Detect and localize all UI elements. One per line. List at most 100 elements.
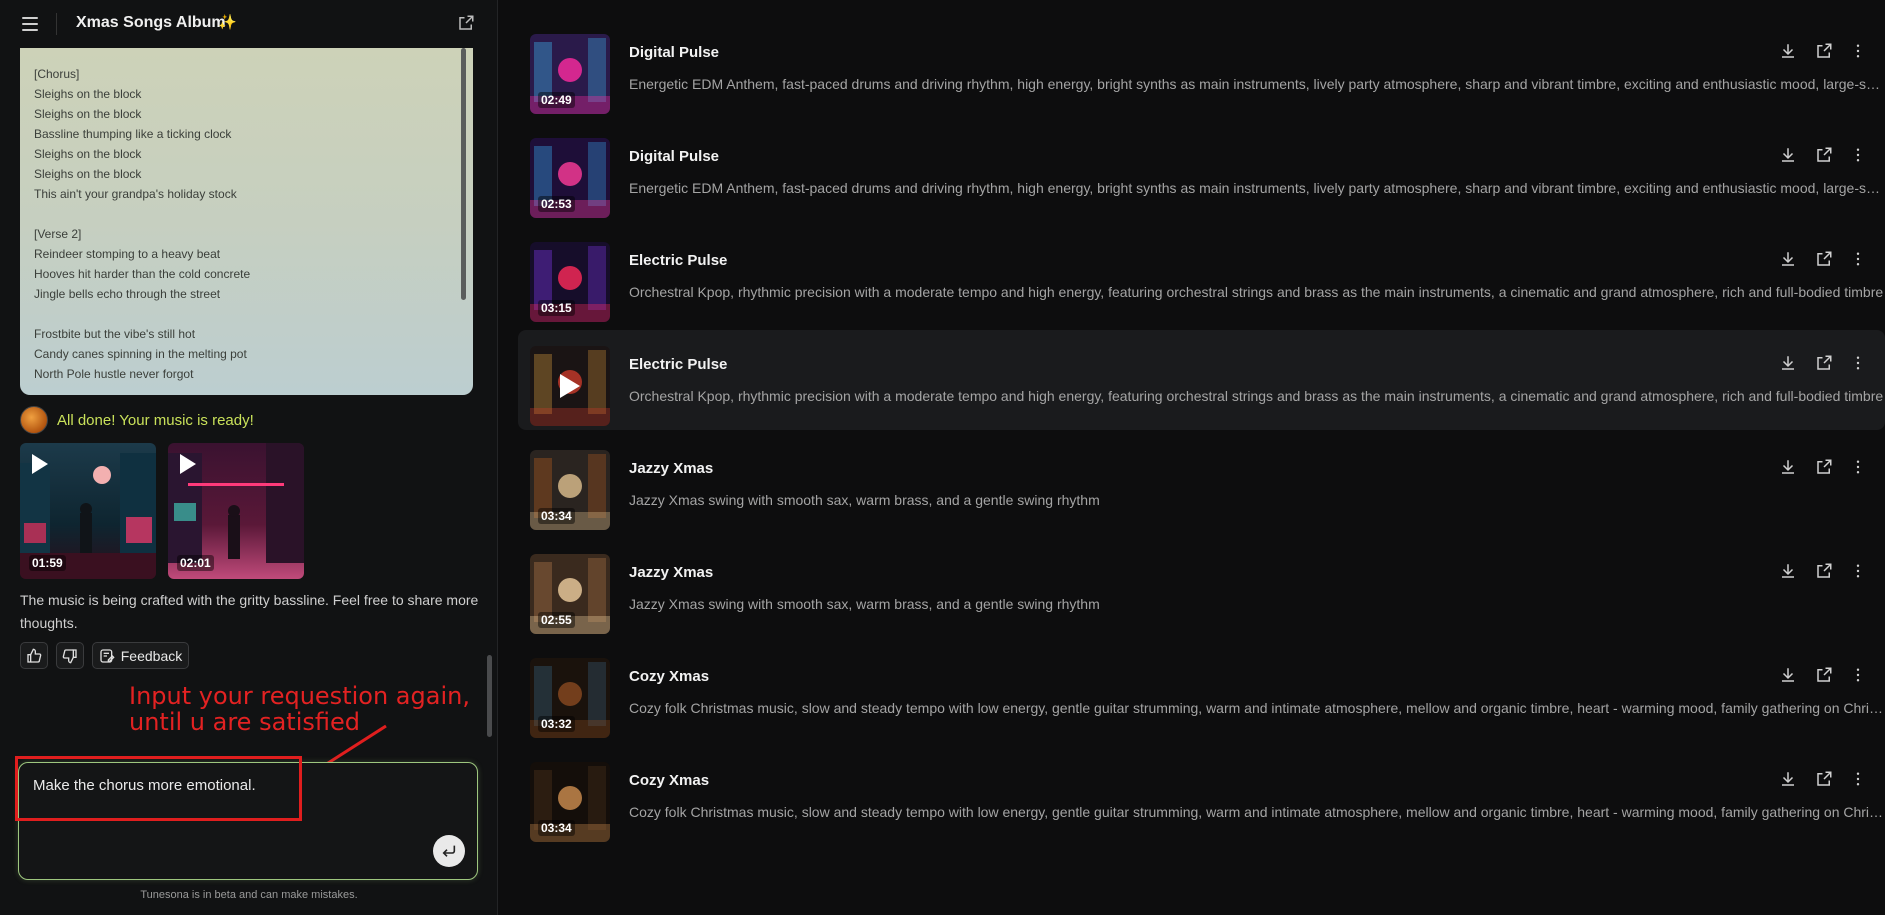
- download-button[interactable]: [1777, 664, 1799, 686]
- lyrics-line: Sleighs on the block: [34, 107, 142, 121]
- lyrics-line: Bassline thumping like a ticking clock: [34, 127, 232, 141]
- more-vertical-icon: [1856, 44, 1860, 58]
- song-duration: 03:15: [538, 300, 575, 316]
- assistant-message: The music is being crafted with the grit…: [20, 592, 479, 631]
- lyrics-scrollbar[interactable]: [461, 48, 466, 300]
- song-row[interactable]: 03:32 Cozy Xmas Cozy folk Christmas music,…: [518, 642, 1885, 742]
- song-description: Cozy folk Christmas music, slow and stea…: [629, 804, 1885, 820]
- download-icon: [1782, 148, 1794, 162]
- song-cover[interactable]: 02:49: [530, 34, 610, 114]
- song-duration: 02:55: [538, 612, 575, 628]
- song-duration: 03:34: [538, 820, 575, 836]
- result-duration: 02:01: [177, 555, 214, 571]
- more-options-button[interactable]: [1847, 768, 1869, 790]
- beta-disclaimer: Tunesona is in beta and can make mistake…: [140, 889, 358, 901]
- more-options-button[interactable]: [1847, 40, 1869, 62]
- lyrics-line: Jingle bells echo through the street: [34, 287, 221, 301]
- song-cover[interactable]: 03:32: [530, 658, 610, 738]
- play-icon[interactable]: [180, 454, 196, 474]
- lyrics-line: [Chorus]: [34, 67, 80, 81]
- download-button[interactable]: [1777, 352, 1799, 374]
- share-button[interactable]: [1813, 352, 1835, 374]
- annotation-highlight-box: [15, 756, 302, 821]
- song-list: 02:49 Digital Pulse Energetic EDM Anthem, …: [518, 0, 1885, 915]
- more-vertical-icon: [1856, 460, 1860, 474]
- download-button[interactable]: [1777, 248, 1799, 270]
- lyrics-gap: [34, 204, 459, 224]
- share-button[interactable]: [1813, 456, 1835, 478]
- play-icon[interactable]: [560, 374, 580, 398]
- song-row[interactable]: 02:55 Jazzy Xmas Jazzy Xmas swing with smo…: [518, 538, 1885, 638]
- share-icon: [1817, 667, 1832, 682]
- thumbs-down-icon: [62, 648, 77, 663]
- song-title[interactable]: Digital Pulse: [629, 148, 719, 165]
- song-cover[interactable]: 02:55: [530, 554, 610, 634]
- share-button[interactable]: [1813, 560, 1835, 582]
- share-button[interactable]: [1813, 768, 1835, 790]
- song-title[interactable]: Jazzy Xmas: [629, 460, 713, 477]
- song-title[interactable]: Digital Pulse: [629, 44, 719, 61]
- more-vertical-icon: [1856, 252, 1860, 266]
- more-vertical-icon: [1856, 356, 1860, 370]
- more-options-button[interactable]: [1847, 144, 1869, 166]
- ready-text: All done! Your music is ready!: [57, 411, 254, 429]
- song-description: Cozy folk Christmas music, slow and stea…: [629, 700, 1885, 716]
- song-title[interactable]: Cozy Xmas: [629, 668, 709, 685]
- lyrics-line: Hooves hit harder than the cold concrete: [34, 267, 251, 281]
- song-cover[interactable]: [530, 346, 610, 426]
- result-duration: 01:59: [29, 555, 66, 571]
- more-options-button[interactable]: [1847, 560, 1869, 582]
- download-button[interactable]: [1777, 456, 1799, 478]
- chat-scrollbar[interactable]: [487, 655, 492, 737]
- more-options-button[interactable]: [1847, 248, 1869, 270]
- song-cover[interactable]: 02:53: [530, 138, 610, 218]
- open-external-icon[interactable]: [457, 14, 475, 32]
- share-button[interactable]: [1813, 664, 1835, 686]
- song-row[interactable]: 03:15 Electric Pulse Orchestral Kpop, rhyt…: [518, 226, 1885, 326]
- more-options-button[interactable]: [1847, 352, 1869, 374]
- download-button[interactable]: [1777, 144, 1799, 166]
- song-description: Jazzy Xmas swing with smooth sax, warm b…: [629, 596, 1100, 612]
- share-icon: [1817, 459, 1832, 474]
- song-title[interactable]: Electric Pulse: [629, 356, 727, 373]
- song-cover[interactable]: 03:15: [530, 242, 610, 322]
- song-row[interactable]: 02:53 Digital Pulse Energetic EDM Anthem, …: [518, 122, 1885, 222]
- feedback-button[interactable]: Feedback: [92, 642, 189, 669]
- more-options-button[interactable]: [1847, 456, 1869, 478]
- result-thumb-2[interactable]: 02:01: [168, 443, 304, 579]
- thumbs-up-icon: [27, 648, 42, 663]
- download-icon: [1782, 668, 1794, 682]
- lyrics-line: Candy canes spinning in the melting pot: [34, 347, 247, 361]
- song-title[interactable]: Cozy Xmas: [629, 772, 709, 789]
- share-button[interactable]: [1813, 40, 1835, 62]
- download-button[interactable]: [1777, 40, 1799, 62]
- header-divider: [56, 13, 57, 35]
- song-row[interactable]: 02:49 Digital Pulse Energetic EDM Anthem, …: [518, 18, 1885, 118]
- song-title[interactable]: Jazzy Xmas: [629, 564, 713, 581]
- play-icon[interactable]: [32, 454, 48, 474]
- result-thumb-1[interactable]: 01:59: [20, 443, 156, 579]
- share-icon: [1817, 43, 1832, 58]
- song-duration: 03:34: [538, 508, 575, 524]
- lyrics-line: This ain't your grandpa's holiday stock: [34, 187, 237, 201]
- song-row[interactable]: Electric Pulse Orchestral Kpop, rhythmic …: [518, 330, 1885, 430]
- menu-icon[interactable]: [22, 17, 38, 31]
- song-cover[interactable]: 03:34: [530, 450, 610, 530]
- thumbs-down-button[interactable]: [56, 642, 84, 669]
- download-button[interactable]: [1777, 768, 1799, 790]
- song-description: Energetic EDM Anthem, fast-paced drums a…: [629, 180, 1885, 196]
- download-icon: [1782, 44, 1794, 58]
- send-button[interactable]: [433, 835, 465, 867]
- share-button[interactable]: [1813, 144, 1835, 166]
- song-row[interactable]: 03:34 Cozy Xmas Cozy folk Christmas music,…: [518, 746, 1885, 846]
- song-title[interactable]: Electric Pulse: [629, 252, 727, 269]
- feedback-icon: [100, 648, 115, 663]
- more-options-button[interactable]: [1847, 664, 1869, 686]
- thumbs-up-button[interactable]: [20, 642, 48, 669]
- share-button[interactable]: [1813, 248, 1835, 270]
- download-button[interactable]: [1777, 560, 1799, 582]
- lyrics-card: [Chorus] Sleighs on the block Sleighs on t…: [20, 48, 473, 395]
- app-root: Xmas Songs Album ✨ [Chorus] Sleighs on th…: [0, 0, 1885, 915]
- song-cover[interactable]: 03:34: [530, 762, 610, 842]
- song-row[interactable]: 03:34 Jazzy Xmas Jazzy Xmas swing with smo…: [518, 434, 1885, 534]
